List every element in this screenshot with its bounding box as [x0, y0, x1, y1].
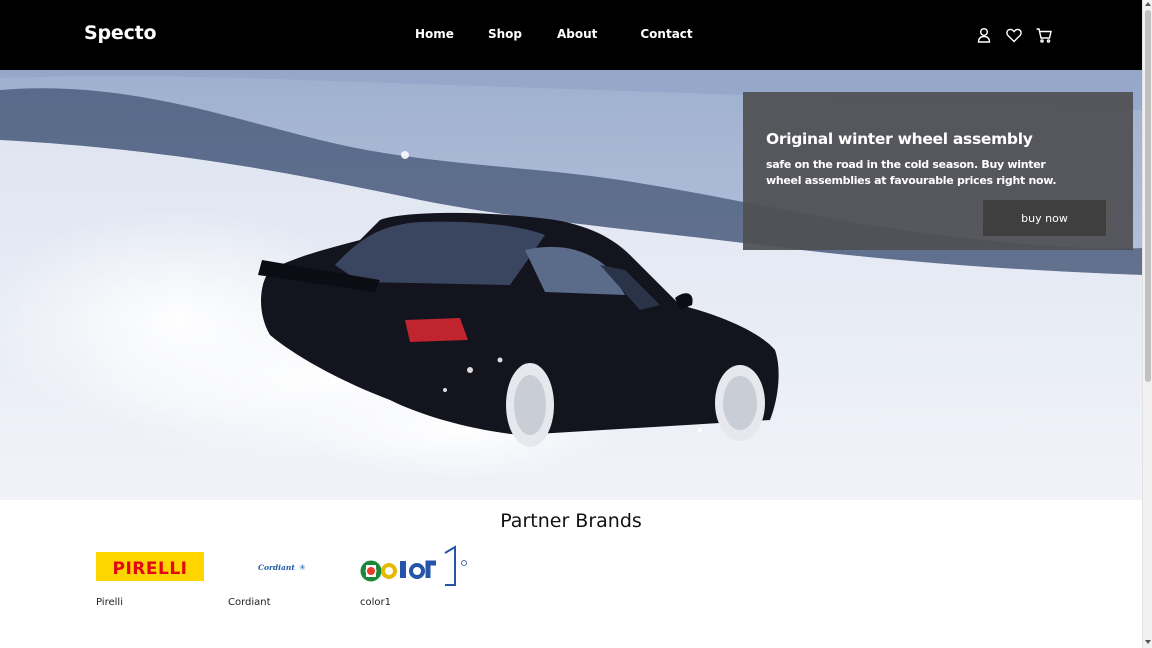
promo-subtitle: safe on the road in the cold season. Buy… [766, 158, 1057, 187]
site-logo[interactable]: Specto [84, 22, 157, 44]
brand-name-pirelli: Pirelli [96, 597, 123, 608]
nav-home-link[interactable]: Home [415, 27, 454, 41]
brand-pirelli[interactable]: PIRELLI Pirelli [96, 545, 216, 608]
svg-text:✳: ✳ [299, 563, 306, 572]
nav-contact-link[interactable]: Contact [640, 27, 692, 41]
user-icon[interactable] [975, 26, 993, 44]
brand-name-cordiant: Cordiant [228, 597, 271, 608]
scroll-thumb[interactable] [1145, 10, 1151, 382]
site-header: Specto Home Shop About Contact [0, 0, 1142, 70]
buy-now-button[interactable]: buy now [982, 199, 1107, 237]
cart-icon[interactable] [1035, 26, 1053, 44]
heart-icon[interactable] [1005, 26, 1023, 44]
promo-card: Original winter wheel assembly safe on t… [743, 92, 1133, 250]
color1-logo [360, 545, 470, 589]
promo-title: Original winter wheel assembly [766, 130, 1033, 148]
page: Specto Home Shop About Contact Original … [0, 0, 1142, 648]
hero-banner: Original winter wheel assembly safe on t… [0, 70, 1142, 500]
cordiant-logo: Cordiant ✳ [228, 545, 338, 589]
pirelli-logo-text: PIRELLI [113, 559, 188, 579]
brand-color1[interactable]: color1 [360, 545, 480, 608]
page-scrollbar[interactable] [1142, 0, 1152, 648]
scroll-up-icon[interactable] [1145, 2, 1151, 6]
scroll-down-icon[interactable] [1145, 640, 1151, 644]
partner-brands-heading: Partner Brands [500, 510, 642, 532]
nav-shop-link[interactable]: Shop [488, 27, 522, 41]
nav-about-link[interactable]: About [557, 27, 597, 41]
cordiant-logo-text: Cordiant [258, 563, 295, 572]
brand-cordiant[interactable]: Cordiant ✳ Cordiant [228, 545, 348, 608]
main-nav: Home Shop About Contact [415, 27, 693, 41]
brand-name-color1: color1 [360, 597, 391, 608]
header-icons [975, 26, 1053, 44]
pirelli-logo: PIRELLI [96, 545, 206, 589]
